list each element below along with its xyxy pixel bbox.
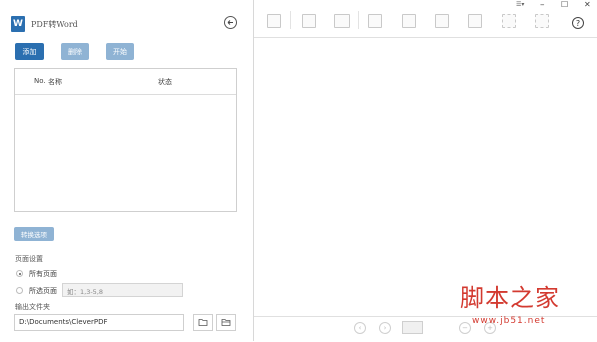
page-number-box[interactable] [402, 321, 423, 334]
file-table[interactable]: No. 名称 状态 [14, 68, 237, 212]
column-icon[interactable] [435, 14, 449, 28]
selected-pages-label: 所选页面 [29, 287, 57, 295]
merge-rows-icon[interactable] [502, 14, 516, 28]
image-icon[interactable] [334, 14, 350, 28]
prev-page-button[interactable]: ‹ [354, 322, 366, 334]
convert-options-label: 转换选项 [21, 231, 47, 239]
watermark-url: www.jb51.net [472, 316, 546, 326]
page-range-placeholder: 如：1,3-5,8 [67, 288, 104, 296]
browse-folder-button[interactable] [193, 314, 213, 331]
page-range-input[interactable]: 如：1,3-5,8 [62, 283, 183, 297]
maximize-button[interactable]: ☐ [561, 0, 568, 9]
grid-icon[interactable] [535, 14, 549, 28]
left-panel: W PDF转Word 添加 删除 开始 No. 名称 状态 转换选项 页面设置 … [0, 0, 254, 341]
open-folder-button[interactable] [216, 314, 236, 331]
toolbar-separator [290, 11, 291, 29]
table-header: No. 名称 状态 [15, 69, 236, 95]
column-status: 状态 [158, 78, 172, 86]
column-name: 名称 [48, 78, 62, 86]
zoom-icon[interactable] [267, 14, 281, 28]
selected-pages-radio[interactable] [16, 287, 23, 294]
watermark-text: 脚本之家 [460, 284, 560, 312]
column-no: No. [34, 77, 46, 85]
all-pages-label: 所有页面 [29, 270, 57, 278]
word-logo-icon: W [11, 16, 25, 32]
row-icon[interactable] [402, 14, 416, 28]
help-icon[interactable]: ? [572, 17, 584, 29]
folder-icon [198, 319, 208, 326]
output-folder-title: 输出文件夹 [15, 303, 50, 311]
delete-button[interactable]: 删除 [61, 43, 89, 60]
output-path-value: D:\Documents\CleverPDF [19, 318, 108, 326]
menu-dropdown-icon[interactable]: ☰▾ [516, 1, 524, 8]
page-settings-title: 页面设置 [15, 255, 43, 263]
split-cell-icon[interactable] [468, 14, 482, 28]
zoom-out-button[interactable]: − [459, 322, 471, 334]
minimize-button[interactable]: – [540, 0, 545, 10]
convert-options-button[interactable]: 转换选项 [14, 227, 54, 241]
close-button[interactable]: ✕ [584, 0, 591, 9]
app-title: PDF转Word [31, 20, 78, 29]
preview-footer [254, 316, 597, 342]
table-area-icon[interactable] [368, 14, 382, 28]
select-area-icon[interactable] [302, 14, 316, 28]
back-circle-icon[interactable] [224, 16, 237, 29]
delete-button-label: 删除 [68, 47, 82, 56]
open-folder-icon [221, 319, 231, 326]
help-glyph: ? [575, 18, 581, 28]
next-page-button[interactable]: › [379, 322, 391, 334]
toolbar-separator [358, 11, 359, 29]
add-button[interactable]: 添加 [15, 43, 44, 60]
output-path-input[interactable]: D:\Documents\CleverPDF [14, 314, 184, 331]
preview-panel: ☰▾ – ☐ ✕ ? ‹ › − + 脚本之家 www.jb51.net [254, 0, 597, 341]
logo-letter: W [13, 19, 23, 29]
preview-area [254, 38, 597, 316]
add-button-label: 添加 [22, 47, 37, 56]
start-button-label: 开始 [113, 47, 127, 56]
all-pages-radio[interactable] [16, 270, 23, 277]
start-button[interactable]: 开始 [106, 43, 134, 60]
